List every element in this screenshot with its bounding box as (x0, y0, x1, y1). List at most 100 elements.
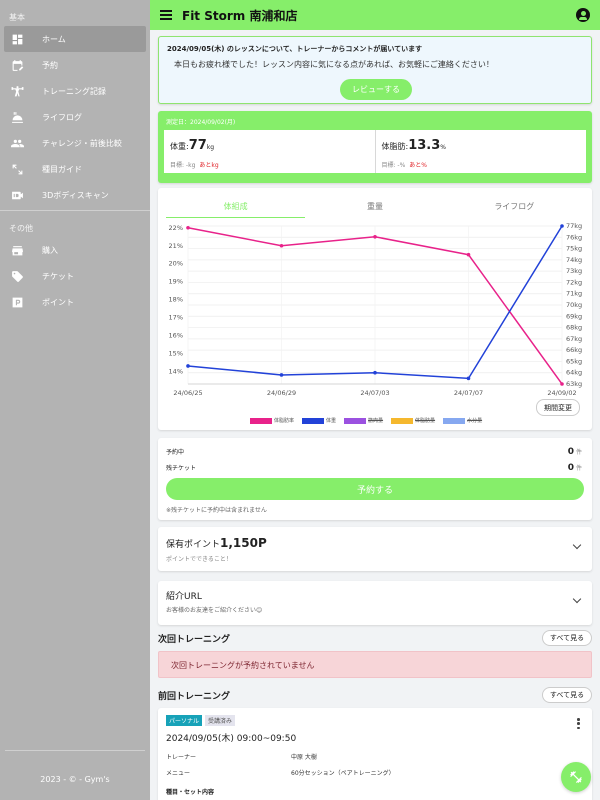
floating-action-button[interactable] (561, 762, 591, 792)
sidebar-item-label: ホーム (42, 34, 66, 44)
sidebar-item-training-log[interactable]: トレーニング記録 (4, 78, 146, 104)
tab-body-composition[interactable]: 体組成 (166, 196, 306, 218)
data-point (186, 364, 190, 368)
legend-item[interactable]: 水分量 (443, 417, 482, 424)
change-period-button[interactable]: 期間変更 (536, 399, 580, 416)
y-tick-label-right: 72kg (566, 278, 582, 286)
chevron-down-icon[interactable] (572, 594, 582, 604)
chevron-down-icon[interactable] (572, 540, 582, 550)
notice-title: 2024/09/05(木) のレッスンについて、トレーナーからコメントが届いてい… (167, 45, 423, 53)
ticket-label: 残チケット (166, 465, 197, 472)
tab-weight-lifted[interactable]: 重量 (305, 196, 444, 218)
data-point (279, 373, 284, 377)
y-tick-label-right: 69kg (566, 312, 582, 320)
body-fat-target: 目標: -% あと% (381, 162, 428, 169)
legend-label: 体脂肪量 (415, 418, 436, 424)
referral-title: 紹介URL (166, 592, 202, 602)
sidebar-item-label: ライフログ (42, 112, 82, 122)
sidebar-footer-divider (5, 750, 145, 751)
no-next-training-alert: 次回トレーニングが予約されていません (158, 651, 592, 678)
referral-card[interactable]: 紹介URL お客様のお友達をご紹介ください😊 (158, 581, 592, 625)
body-composition-chart: 14% 15% 16% 17% 18% 19% 20% 21% 22% 63kg 64kg 65kg 6… (169, 222, 583, 397)
sidebar-item-purchase[interactable]: 購入 (4, 237, 146, 263)
sidebar-item-challenge[interactable]: チャレンジ・前後比較 (4, 130, 146, 156)
legend-item[interactable]: 体脂肪量 (391, 417, 435, 424)
sidebar-item-points[interactable]: ポイント (4, 289, 146, 315)
y-tick-label-left: 14% (169, 367, 183, 375)
body-fat-value: 13.3 (408, 138, 441, 153)
training-tags: パーソナル 受講済み (166, 715, 236, 726)
y-tick-label-right: 71kg (566, 290, 582, 298)
y-tick-label-right: 73kg (566, 267, 582, 275)
y-tick-label-right: 70kg (566, 301, 582, 309)
dashboard-icon (10, 32, 24, 46)
sidebar-item-label: チャレンジ・前後比較 (42, 138, 122, 148)
body-measurement-card: 測定日：2024/09/02(月) 体重:77kg 目標: -kg あとkg 体脂… (158, 111, 592, 183)
account-icon[interactable] (576, 8, 590, 22)
tag-icon (10, 269, 24, 283)
y-tick-label-right: 75kg (566, 245, 582, 253)
data-point (279, 243, 284, 248)
y-tick-label-right: 65kg (566, 357, 582, 365)
y-tick-label-left: 20% (169, 260, 183, 268)
data-point (466, 252, 471, 257)
sidebar-item-lifelog[interactable]: ライフログ (4, 104, 146, 130)
training-datetime: 2024/09/05(木) 09:00~09:50 (166, 734, 297, 744)
personal-tag: パーソナル (166, 715, 203, 726)
tab-lifelog[interactable]: ライフログ (445, 196, 584, 218)
last-training-see-all-button[interactable]: すべて見る (542, 687, 592, 703)
weight-target: 目標: -kg あとkg (170, 162, 219, 169)
sidebar-item-label: ポイント (42, 297, 74, 307)
parking-p-icon (10, 295, 24, 309)
chart-legend: 体脂肪率 体重 筋肉量 体脂肪量 水分量 (250, 417, 490, 424)
reserve-button[interactable]: 予約する (166, 478, 584, 500)
booked-label: 予約中 (166, 449, 185, 456)
y-tick-label-right: 77kg (566, 222, 582, 230)
ticket-count: 0 (567, 463, 574, 473)
menu-icon[interactable] (160, 10, 172, 20)
last-training-title: 前回トレーニング (158, 692, 231, 702)
sidebar-section-basic: 基本 (9, 13, 25, 22)
sidebar-item-reservation[interactable]: 予約 (4, 52, 146, 78)
weight-value: 77 (188, 138, 207, 153)
menu-name: 60分セッション（ペアトレーニング） (291, 770, 395, 777)
next-training-see-all-button[interactable]: すべて見る (542, 630, 592, 646)
legend-swatch (344, 417, 367, 424)
legend-item[interactable]: 筋肉量 (344, 417, 383, 424)
status-badge: 受講済み (205, 715, 236, 726)
legend-item[interactable]: 体脂肪率 (250, 417, 294, 424)
points-card[interactable]: 保有ポイント1,150P ポイントでできること！ (158, 527, 592, 571)
sidebar-footer: 2023 - © - Gym's (40, 775, 110, 784)
y-tick-label-left: 19% (169, 278, 183, 286)
sidebar-item-home[interactable]: ホーム (4, 26, 146, 52)
page-title: Fit Storm 南浦和店 (182, 8, 298, 23)
review-button[interactable]: レビューする (340, 79, 412, 100)
sidebar-item-ticket[interactable]: チケット (4, 263, 146, 289)
sidebar-item-exercise-guide[interactable]: 種目ガイド (4, 156, 146, 182)
y-tick-label-left: 22% (169, 224, 183, 232)
group-icon (10, 136, 24, 150)
ticket-row: 残チケット 0件 (166, 463, 582, 473)
data-point (186, 225, 190, 230)
sidebar-item-label: トレーニング記録 (42, 86, 106, 96)
measurement-values: 体重:77kg 目標: -kg あとkg 体脂肪:13.3% 目標: -% あと% (164, 130, 586, 173)
sidebar-item-3d-scan[interactable]: 3Dボディスキャン (4, 182, 146, 208)
chart-tabs: 体組成 重量 ライフログ (166, 196, 584, 218)
x-tick-label: 24/07/07 (454, 389, 483, 397)
body-fat-remain: あと% (409, 162, 427, 169)
more-options-icon[interactable] (577, 718, 580, 729)
trainer-name: 中原 大樹 (291, 754, 317, 761)
x-tick-label: 24/09/02 (547, 389, 576, 397)
legend-label: 筋肉量 (368, 418, 384, 424)
y-tick-label-right: 74kg (566, 256, 582, 264)
weightlifter-icon (10, 84, 24, 98)
legend-item[interactable]: 体重 (302, 417, 336, 424)
reservation-card: 予約中 0件 残チケット 0件 予約する ※残チケットに予約中は含まれません (158, 438, 592, 520)
legend-label: 水分量 (467, 418, 483, 424)
exercise-detail-label: 種目・セット内容 (166, 789, 215, 796)
data-point (560, 382, 564, 386)
calendar-edit-icon (10, 58, 24, 72)
data-point (560, 224, 564, 228)
data-point (466, 376, 471, 381)
expand-arrows-icon (10, 162, 24, 176)
